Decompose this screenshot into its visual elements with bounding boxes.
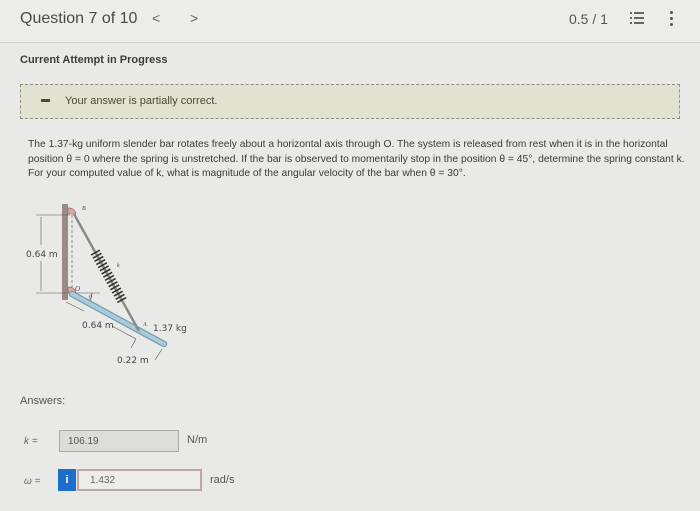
label-O: O bbox=[75, 285, 80, 293]
label-k: k bbox=[117, 263, 120, 269]
k-label: k = bbox=[24, 436, 38, 447]
feedback-banner: Your answer is partially correct. bbox=[20, 84, 680, 119]
k-answer-field[interactable]: 106.19 bbox=[59, 430, 179, 452]
dim-OA: 0.64 m bbox=[82, 321, 114, 331]
question-header: Question 7 of 10 < > 0.5 / 1 bbox=[0, 0, 700, 43]
score-display: 0.5 / 1 bbox=[569, 11, 608, 27]
question-text: The 1.37-kg uniform slender bar rotates … bbox=[28, 139, 685, 179]
next-question-button[interactable]: > bbox=[190, 10, 198, 26]
mass-label: 1.37 kg bbox=[153, 324, 187, 334]
attempt-status: Current Attempt in Progress bbox=[20, 54, 168, 66]
pin-B bbox=[67, 207, 77, 215]
k-unit: N/m bbox=[187, 434, 208, 446]
label-B: B bbox=[82, 206, 86, 212]
omega-answer-field[interactable]: 1.432 bbox=[77, 469, 202, 491]
omega-unit: rad/s bbox=[210, 474, 235, 486]
problem-figure: B O A k θ 0.64 m 0.64 m 0.22 m 1.37 kg bbox=[0, 190, 230, 380]
label-theta: θ bbox=[89, 295, 92, 301]
minus-icon bbox=[41, 99, 50, 102]
answers-heading: Answers: bbox=[20, 395, 66, 407]
more-vertical-icon[interactable] bbox=[669, 9, 675, 27]
list-icon[interactable] bbox=[630, 11, 644, 25]
dim-A-end: 0.22 m bbox=[117, 356, 149, 366]
feedback-message: Your answer is partially correct. bbox=[65, 95, 218, 107]
question-title: Question 7 of 10 bbox=[20, 10, 138, 27]
bar-spring-diagram: B O A k θ 0.64 m 0.64 m 0.22 m 1.37 kg bbox=[26, 204, 187, 366]
label-A: A bbox=[142, 322, 147, 328]
dim-vertical: 0.64 m bbox=[26, 250, 58, 260]
previous-question-button[interactable]: < bbox=[152, 10, 160, 26]
wall bbox=[62, 204, 68, 300]
omega-label: ω = bbox=[24, 476, 41, 487]
info-icon[interactable]: i bbox=[58, 469, 76, 491]
